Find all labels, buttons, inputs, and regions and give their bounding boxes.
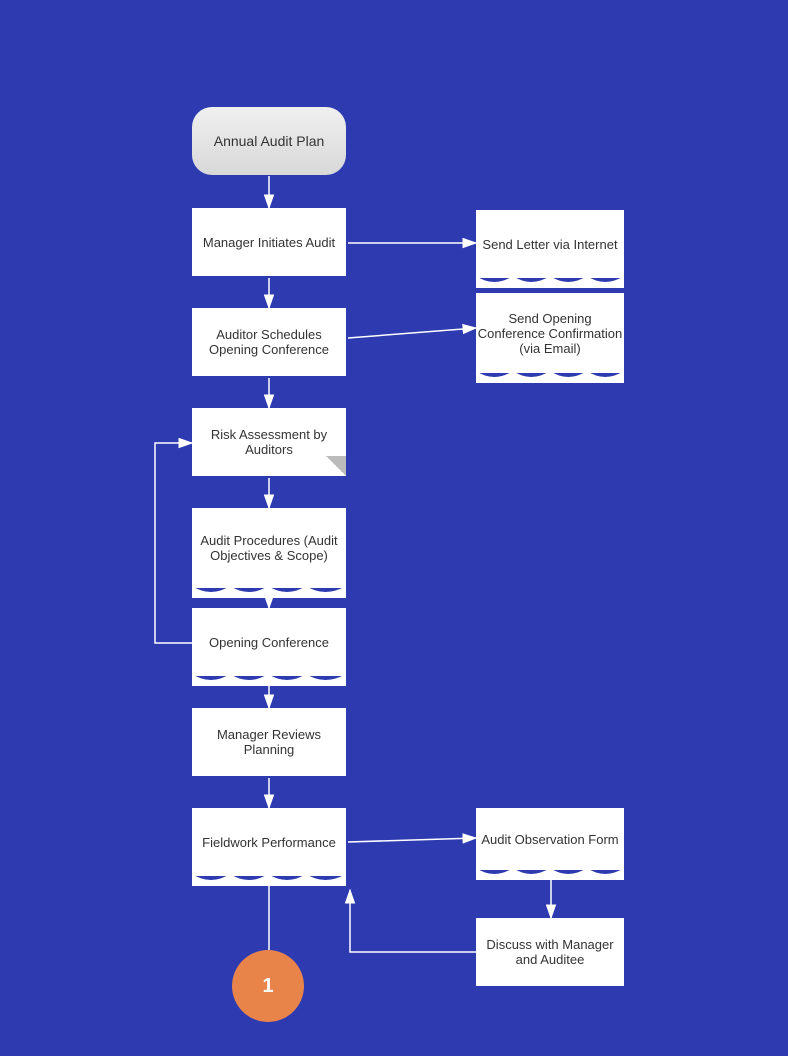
circle-1-label: 1: [262, 975, 273, 998]
auditor-schedules-label: Auditor Schedules Opening Conference: [192, 327, 346, 357]
auditor-schedules-node: Auditor Schedules Opening Conference: [192, 308, 346, 376]
send-letter-node: Send Letter via Internet: [476, 210, 624, 278]
discuss-label: Discuss with Manager and Auditee: [476, 937, 624, 967]
circle-1-node: 1: [232, 950, 304, 1022]
audit-observation-label: Audit Observation Form: [481, 832, 618, 847]
fieldwork-node: Fieldwork Performance: [192, 808, 346, 876]
manager-initiates-node: Manager Initiates Audit: [192, 208, 346, 276]
opening-conference-node: Opening Conference: [192, 608, 346, 676]
risk-assessment-node: Risk Assessment by Auditors: [192, 408, 346, 476]
annual-audit-plan-label: Annual Audit Plan: [214, 133, 325, 149]
manager-reviews-node: Manager Reviews Planning: [192, 708, 346, 776]
risk-assessment-label: Risk Assessment by Auditors: [192, 427, 346, 457]
fieldwork-label: Fieldwork Performance: [202, 835, 336, 850]
manager-reviews-label: Manager Reviews Planning: [192, 727, 346, 757]
send-opening-label: Send Opening Conference Confirmation (vi…: [476, 311, 624, 356]
audit-procedures-label: Audit Procedures (Audit Objectives & Sco…: [192, 533, 346, 563]
send-letter-label: Send Letter via Internet: [482, 237, 617, 252]
opening-conference-label: Opening Conference: [209, 635, 329, 650]
audit-procedures-node: Audit Procedures (Audit Objectives & Sco…: [192, 508, 346, 588]
discuss-node: Discuss with Manager and Auditee: [476, 918, 624, 986]
audit-observation-node: Audit Observation Form: [476, 808, 624, 870]
annual-audit-plan-node: Annual Audit Plan: [192, 107, 346, 175]
send-opening-node: Send Opening Conference Confirmation (vi…: [476, 293, 624, 373]
manager-initiates-label: Manager Initiates Audit: [203, 235, 335, 250]
